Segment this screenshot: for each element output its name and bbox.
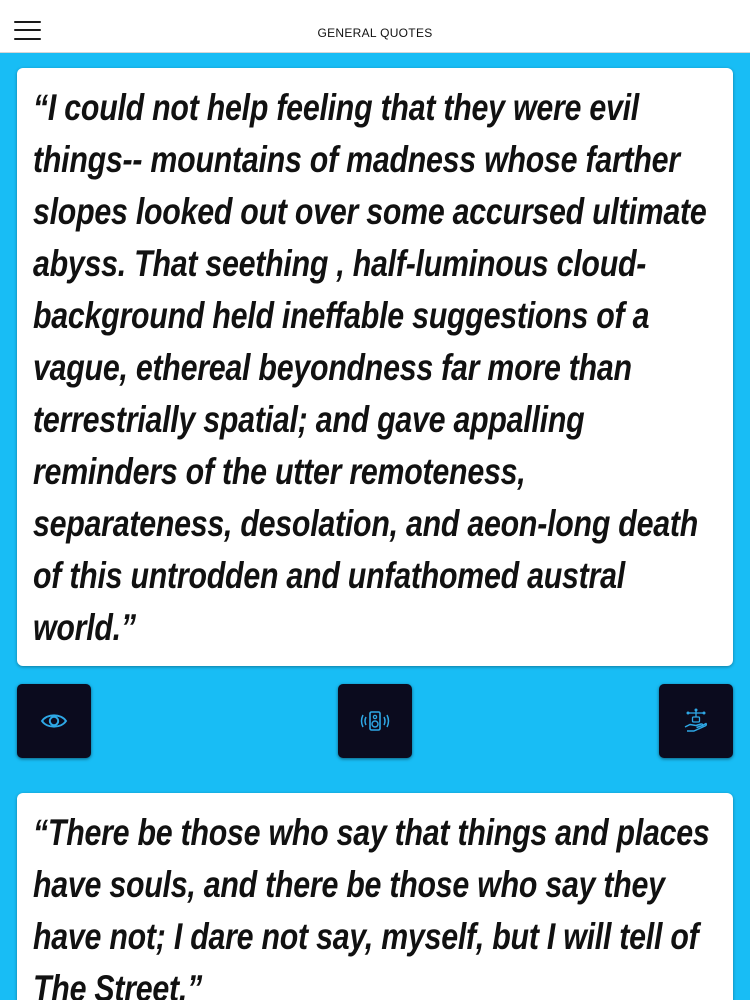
quote-card[interactable]: “There be those who say that things and … [17,793,733,1000]
quote-text: “There be those who say that things and … [33,812,710,1000]
speaker-icon [360,711,390,731]
hand-share-icon [684,708,708,732]
eye-icon [40,714,68,728]
view-button[interactable] [17,684,91,758]
quote-card[interactable]: “I could not help feeling that they were… [17,68,733,666]
top-bar: GENERAL QUOTES [0,0,750,53]
page-title: GENERAL QUOTES [317,26,433,40]
quote-text: “I could not help feeling that they were… [33,87,707,648]
speak-button[interactable] [338,684,412,758]
share-button[interactable] [659,684,733,758]
